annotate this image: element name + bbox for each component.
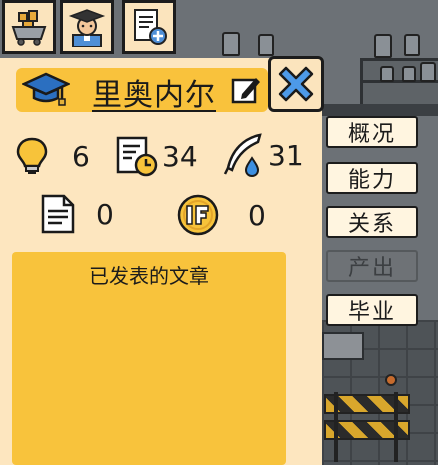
background-barrier-post [394, 392, 398, 462]
research-cart-icon [11, 10, 47, 46]
tab-students[interactable] [60, 0, 114, 54]
tab-output[interactable]: 产出 [326, 250, 418, 282]
tab-abilities[interactable]: 能力 [326, 162, 418, 194]
add-paper-icon [134, 9, 167, 45]
student-name: 里奥内尔 [92, 78, 216, 113]
background-cone [385, 374, 397, 386]
stat-ideas: 6 [14, 136, 90, 176]
document-icon [41, 194, 75, 234]
background-bottle [420, 62, 436, 82]
clipboard-clock-icon [116, 136, 158, 177]
published-papers-list: 已发表的文章 [12, 252, 286, 465]
background-desk [322, 332, 364, 360]
lightbulb-icon [16, 137, 48, 174]
stat-impact-factor: 0 [176, 193, 266, 237]
impact-factor-coin-icon [177, 194, 219, 236]
edit-name-icon[interactable] [230, 74, 262, 106]
stat-workload: 34 [114, 134, 198, 178]
papers-value: 0 [96, 197, 114, 231]
background-flask [222, 32, 240, 56]
close-icon [278, 66, 314, 102]
impact-factor-value: 0 [248, 198, 266, 232]
stat-papers: 0 [40, 193, 114, 235]
background-flask [374, 34, 392, 58]
graduation-cap-icon [22, 72, 70, 106]
background-jar [402, 66, 416, 82]
workload-value: 34 [162, 139, 198, 173]
background-counter [322, 104, 438, 116]
ideas-value: 6 [72, 139, 90, 173]
tab-research[interactable] [2, 0, 56, 54]
tab-graduation[interactable]: 毕业 [326, 294, 418, 326]
writing-value: 31 [268, 138, 304, 172]
background-jar [380, 66, 394, 82]
tab-relations[interactable]: 关系 [326, 206, 418, 238]
quill-ink-icon [223, 133, 262, 178]
published-papers-title: 已发表的文章 [89, 264, 209, 288]
background-bottle [404, 34, 420, 56]
graduate-student-icon [68, 9, 106, 47]
background-barrier-post [334, 392, 338, 462]
background-bottle [258, 34, 274, 56]
tab-overview[interactable]: 概况 [326, 116, 418, 148]
stat-writing: 31 [222, 132, 304, 178]
tab-papers[interactable] [122, 0, 176, 54]
close-button[interactable] [268, 56, 324, 112]
